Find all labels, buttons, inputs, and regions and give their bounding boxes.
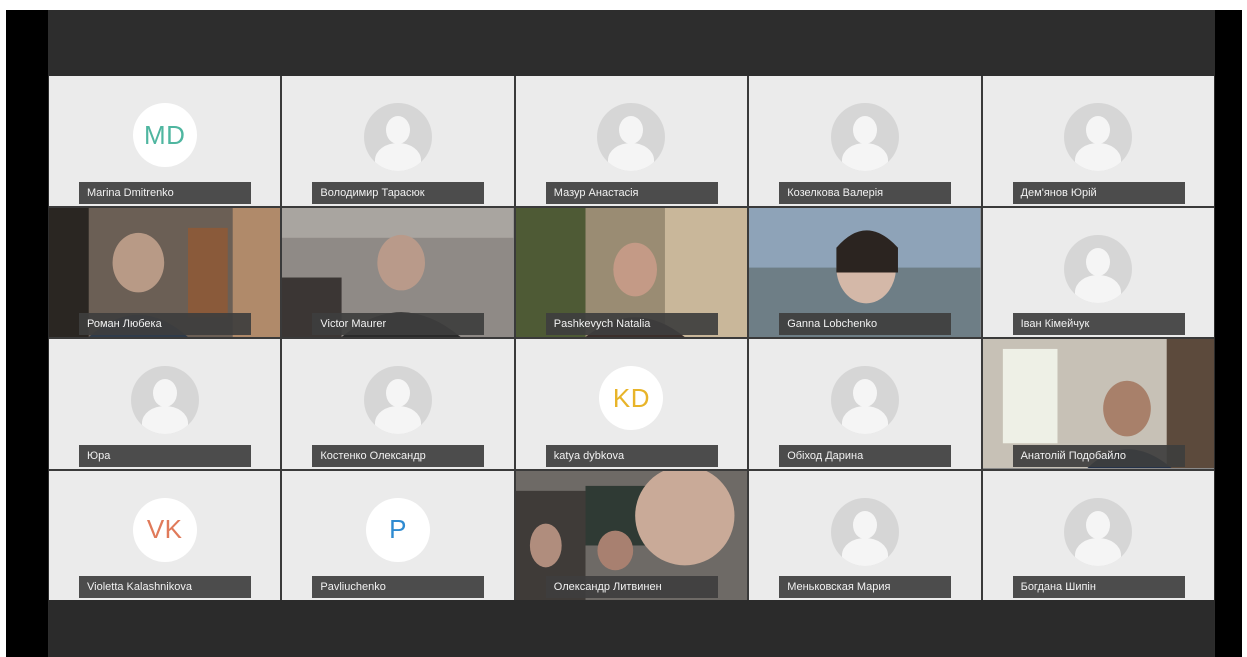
initials-avatar: P [366,497,431,562]
participant-tile[interactable]: KD katya dybkova [515,339,748,469]
default-avatar-icon [830,497,899,566]
default-avatar-icon [130,366,199,434]
participant-name: Меньковская Мария [779,576,952,598]
participant-video-tile[interactable]: Анатолій Подобайло [982,339,1214,469]
participant-video-tile[interactable]: Олександр Литвинен [515,470,748,600]
participant-name: Іван Кімейчук [1012,313,1185,335]
participant-name: Ganna Lobchenko [779,313,952,335]
initials-avatar: KD [599,366,664,430]
default-avatar-icon [597,103,666,171]
initials-avatar: VK [132,497,197,562]
default-avatar-icon [1064,103,1133,171]
participant-name: Pashkevych Natalia [545,313,718,335]
participant-video-tile[interactable]: Роман Любека [49,207,281,337]
participant-grid: MD Marina Dmitrenko Володимир Тарасюк Ма… [49,76,1214,600]
default-avatar-icon [364,366,433,434]
default-avatar-icon [830,103,899,171]
participant-video-tile[interactable]: Victor Maurer [282,207,514,337]
participant-tile[interactable]: Козелкова Валерія [749,76,981,206]
default-avatar-icon [1064,497,1133,566]
participant-tile[interactable]: Мазур Анастасія [515,76,748,206]
participant-tile[interactable]: P Pavliuchenko [282,470,514,600]
participant-name: Victor Maurer [312,313,485,335]
default-avatar-icon [1064,234,1133,303]
participant-tile[interactable]: VK Violetta Kalashnikova [49,470,281,600]
participant-name: Дем'янов Юрій [1012,181,1185,204]
participant-name: Козелкова Валерія [779,181,952,204]
participant-name: Роман Любека [79,313,251,335]
participant-tile[interactable]: Богдана Шипін [982,470,1214,600]
participant-name: Костенко Олександр [312,444,485,467]
initials-avatar: MD [132,103,197,167]
participant-name: Володимир Тарасюк [312,181,485,204]
participant-name: Юра [79,444,251,467]
participant-name: Violetta Kalashnikova [79,576,251,598]
meeting-bottom-bar [49,600,1214,657]
participant-name: Богдана Шипін [1012,576,1185,598]
participant-tile[interactable]: Меньковская Мария [749,470,981,600]
participant-tile[interactable]: Костенко Олександр [282,339,514,469]
participant-tile[interactable]: MD Marina Dmitrenko [49,76,281,206]
participant-name: Анатолій Подобайло [1012,444,1185,467]
participant-tile[interactable]: Дем'янов Юрій [982,76,1214,206]
default-avatar-icon [364,103,433,171]
participant-tile[interactable]: Іван Кімейчук [982,207,1214,337]
default-avatar-icon [830,366,899,434]
participant-tile[interactable]: Обіход Дарина [749,339,981,469]
participant-video-tile[interactable]: Pashkevych Natalia [515,207,748,337]
participant-name: Pavliuchenko [312,576,485,598]
participant-name: Олександр Литвинен [545,576,718,598]
participant-tile[interactable]: Юра [49,339,281,469]
participant-name: Мазур Анастасія [545,181,718,204]
participant-name: Marina Dmitrenko [79,181,251,204]
participant-name: Обіход Дарина [779,444,952,467]
participant-tile[interactable]: Володимир Тарасюк [282,76,514,206]
participant-name: katya dybkova [545,444,718,467]
participant-video-tile[interactable]: Ganna Lobchenko [749,207,981,337]
